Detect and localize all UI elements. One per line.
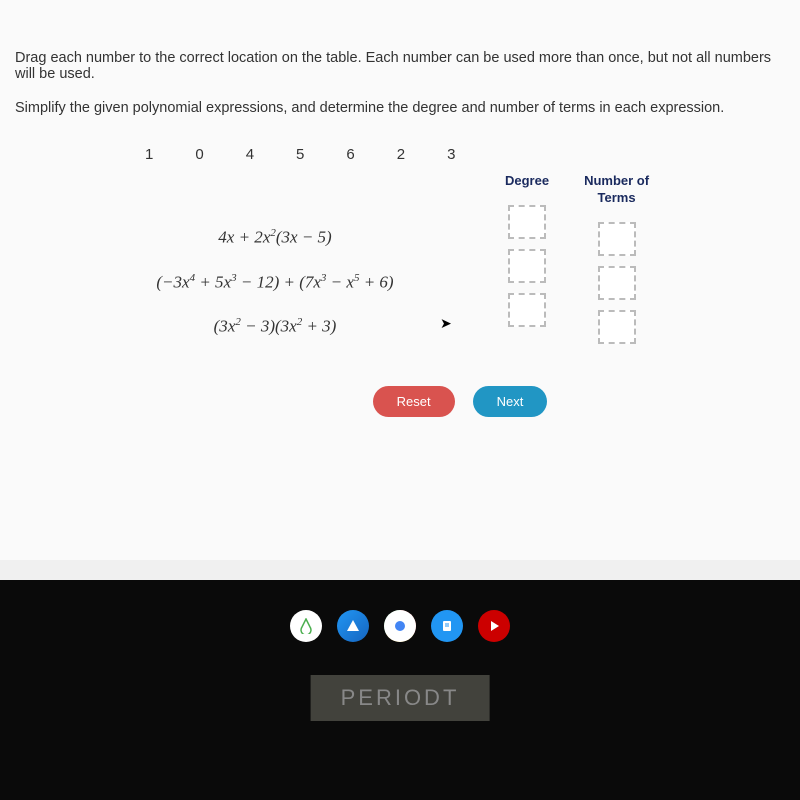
app-icon-1[interactable]	[290, 610, 322, 642]
terms-drop-1[interactable]	[598, 222, 636, 256]
answers-column: Degree Number of Terms	[505, 173, 649, 354]
degree-header: Degree	[505, 173, 549, 190]
youtube-app-icon[interactable]	[478, 610, 510, 642]
number-choice-2[interactable]: 2	[397, 146, 405, 163]
terms-header: Number of Terms	[584, 173, 649, 207]
mouse-cursor-icon: ➤	[440, 315, 452, 332]
number-choice-1[interactable]: 1	[145, 146, 153, 163]
degree-drop-1[interactable]	[508, 205, 546, 239]
drop-icon	[298, 618, 314, 634]
degree-drop-2[interactable]	[508, 249, 546, 283]
action-buttons: Reset Next	[135, 386, 785, 417]
number-choice-6[interactable]: 6	[346, 146, 354, 163]
triangle-icon	[345, 618, 361, 634]
expression-2: (−3x4 + 5x3 − 12) + (7x3 − x5 + 6)	[75, 272, 475, 293]
terms-drop-2[interactable]	[598, 266, 636, 300]
number-choice-0[interactable]: 0	[195, 146, 203, 163]
laptop-bezel: PERIODT	[0, 580, 800, 800]
number-choice-3[interactable]: 3	[447, 146, 455, 163]
terms-column: Number of Terms	[584, 173, 649, 354]
instruction-secondary: Simplify the given polynomial expression…	[15, 100, 785, 116]
docs-app-icon[interactable]	[431, 610, 463, 642]
draggable-numbers: 1 0 4 5 6 2 3	[145, 146, 785, 163]
expressions-column: 4x + 2x2(3x − 5) (−3x4 + 5x3 − 12) + (7x…	[75, 203, 475, 361]
document-icon	[440, 619, 454, 633]
laptop-brand-label: PERIODT	[311, 675, 490, 721]
degree-column: Degree	[505, 173, 549, 354]
screen-area: 3 Drag each number to the correct locati…	[0, 0, 800, 580]
problem-table: 4x + 2x2(3x − 5) (−3x4 + 5x3 − 12) + (7x…	[75, 203, 785, 361]
number-choice-5[interactable]: 5	[296, 146, 304, 163]
degree-drop-3[interactable]	[508, 293, 546, 327]
chrome-app-icon[interactable]	[384, 610, 416, 642]
number-choice-4[interactable]: 4	[246, 146, 254, 163]
quiz-content: Drag each number to the correct location…	[0, 0, 800, 560]
drive-app-icon[interactable]	[337, 610, 369, 642]
reset-button[interactable]: Reset	[373, 386, 455, 417]
terms-drop-3[interactable]	[598, 310, 636, 344]
next-button[interactable]: Next	[473, 386, 548, 417]
expression-3: (3x2 − 3)(3x2 + 3)	[75, 316, 475, 337]
taskbar-dock	[290, 610, 510, 642]
expression-1: 4x + 2x2(3x − 5)	[75, 227, 475, 248]
instruction-primary: Drag each number to the correct location…	[15, 50, 785, 82]
